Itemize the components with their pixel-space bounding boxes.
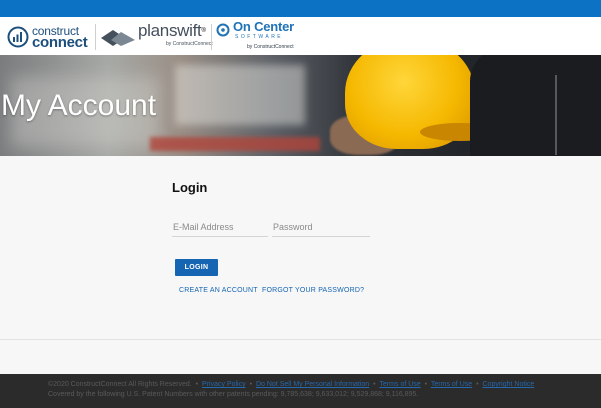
- worker-jacket: [470, 55, 601, 156]
- brand-header: [0, 17, 601, 55]
- footer-separator: •: [373, 381, 376, 388]
- footer-privacy-policy-link[interactable]: Privacy Policy: [202, 381, 246, 388]
- footer-terms-of-use-link[interactable]: Terms of Use: [379, 381, 420, 388]
- footer-copyright: ©2020 ConstructConnect All Rights Reserv…: [48, 381, 192, 388]
- planswift-registered-mark: ®: [201, 27, 206, 34]
- content-spacer: [0, 340, 601, 374]
- oncenter-logo-icon: [216, 23, 230, 37]
- footer-links-line: ©2020 ConstructConnect All Rights Reserv…: [48, 381, 534, 388]
- jacket-zipper: [555, 75, 557, 155]
- constructconnect-logo-icon: [7, 26, 29, 48]
- planswift-logo[interactable]: planswift® by ConstructConnect: [101, 20, 213, 51]
- footer-separator: •: [195, 381, 199, 388]
- footer-separator: •: [249, 381, 253, 388]
- login-button[interactable]: LOGIN: [175, 259, 218, 276]
- hero-background-light: [175, 65, 305, 125]
- oncenter-byline: by ConstructConnect: [247, 44, 294, 50]
- oncenter-logo[interactable]: On Center SOFTWARE by ConstructConnect: [216, 19, 295, 50]
- footer-separator: •: [476, 381, 479, 388]
- oncenter-logo-name: On Center: [233, 19, 295, 34]
- constructconnect-logo[interactable]: construct connect: [7, 24, 88, 51]
- planswift-logo-icon: [101, 30, 135, 46]
- logo-divider: [95, 24, 96, 50]
- footer-terms-of-sale-link[interactable]: Terms of Use: [431, 381, 472, 388]
- oncenter-logo-subtitle: SOFTWARE: [235, 34, 284, 40]
- footer-copyright-notice-link[interactable]: Copyright Notice: [483, 381, 535, 388]
- planswift-byline: by ConstructConnect: [166, 40, 213, 47]
- login-heading: Login: [172, 180, 208, 195]
- page-title: My Account: [1, 89, 157, 122]
- hero-background-red-truck: [150, 137, 320, 151]
- password-field[interactable]: [272, 218, 370, 237]
- top-accent-bar: [0, 0, 601, 17]
- footer-separator: •: [424, 381, 428, 388]
- planswift-logo-name: planswift: [138, 20, 202, 40]
- footer-do-not-sell-link[interactable]: Do Not Sell My Personal Information: [256, 381, 369, 388]
- email-field[interactable]: [172, 218, 268, 237]
- main-content: [0, 156, 601, 339]
- logo-divider: [211, 24, 212, 50]
- footer-patents: Covered by the following U.S. Patent Num…: [48, 391, 419, 398]
- constructconnect-logo-line2: connect: [32, 34, 88, 51]
- forgot-password-link[interactable]: FORGOT YOUR PASSWORD?: [262, 287, 364, 294]
- create-account-link[interactable]: CREATE AN ACCOUNT: [179, 287, 258, 294]
